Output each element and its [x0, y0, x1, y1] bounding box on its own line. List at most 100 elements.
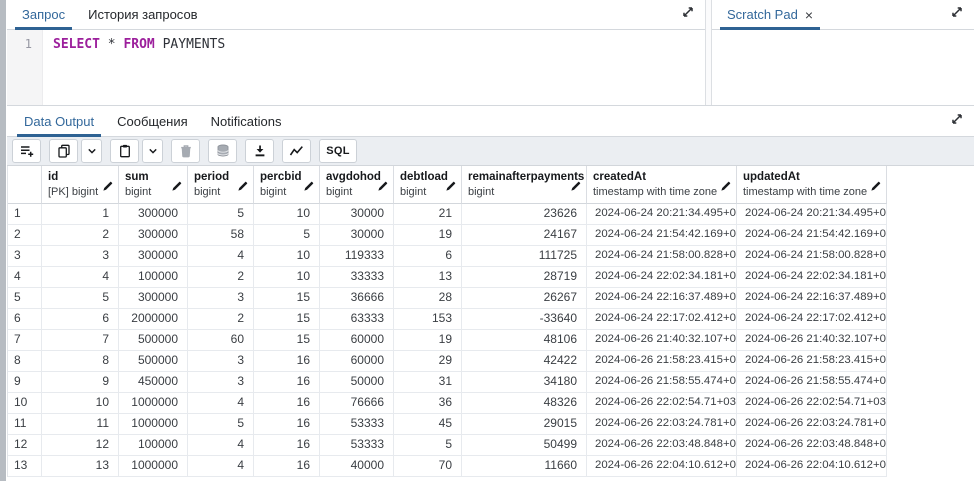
- row-number-cell[interactable]: 11: [8, 414, 42, 435]
- panel-splitter[interactable]: [0, 0, 7, 481]
- table-cell[interactable]: 3: [188, 372, 254, 393]
- row-number-cell[interactable]: 5: [8, 288, 42, 309]
- row-number-cell[interactable]: 6: [8, 309, 42, 330]
- table-cell[interactable]: 2024-06-24 22:02:34.181+03: [737, 267, 887, 288]
- copy-options-button[interactable]: [81, 139, 102, 163]
- table-cell[interactable]: 153: [394, 309, 462, 330]
- tab-query[interactable]: Запрос: [15, 0, 72, 29]
- download-button[interactable]: [245, 139, 274, 163]
- column-header-id[interactable]: id[PK] bigint: [42, 166, 119, 204]
- table-cell[interactable]: 500000: [119, 351, 188, 372]
- table-cell[interactable]: 16: [254, 351, 320, 372]
- table-cell[interactable]: 45: [394, 414, 462, 435]
- table-cell[interactable]: 2024-06-24 22:17:02.412+03: [587, 309, 737, 330]
- table-cell[interactable]: 31: [394, 372, 462, 393]
- table-cell[interactable]: 26267: [462, 288, 587, 309]
- table-cell[interactable]: 111725: [462, 246, 587, 267]
- table-cell[interactable]: 28719: [462, 267, 587, 288]
- edit-pencil-icon[interactable]: [445, 179, 457, 197]
- table-cell[interactable]: 100000: [119, 435, 188, 456]
- table-cell[interactable]: 16: [254, 414, 320, 435]
- table-cell[interactable]: 5: [188, 414, 254, 435]
- table-cell[interactable]: 2024-06-24 20:21:34.495+03: [737, 204, 887, 225]
- table-cell[interactable]: 23626: [462, 204, 587, 225]
- table-cell[interactable]: 53333: [320, 414, 394, 435]
- tab-query-history[interactable]: История запросов: [81, 0, 205, 29]
- column-header-debtload[interactable]: debtloadbigint: [394, 166, 462, 204]
- table-cell[interactable]: 500000: [119, 330, 188, 351]
- table-cell[interactable]: 13: [42, 456, 119, 477]
- table-cell[interactable]: 19: [394, 330, 462, 351]
- tab-notifications[interactable]: Notifications: [204, 107, 289, 136]
- table-cell[interactable]: 58: [188, 225, 254, 246]
- table-cell[interactable]: 12: [42, 435, 119, 456]
- table-cell[interactable]: 6: [394, 246, 462, 267]
- table-cell[interactable]: 2: [42, 225, 119, 246]
- scratch-pad-editor[interactable]: [712, 30, 974, 105]
- table-cell[interactable]: 1000000: [119, 456, 188, 477]
- table-cell[interactable]: 36: [394, 393, 462, 414]
- tab-messages[interactable]: Сообщения: [110, 107, 195, 136]
- table-cell[interactable]: 8: [42, 351, 119, 372]
- row-number-cell[interactable]: 2: [8, 225, 42, 246]
- table-cell[interactable]: 300000: [119, 204, 188, 225]
- expand-panel-button[interactable]: [944, 0, 970, 29]
- table-cell[interactable]: 2024-06-26 21:58:55.474+03: [737, 372, 887, 393]
- table-cell[interactable]: 2024-06-24 22:02:34.181+03: [587, 267, 737, 288]
- table-cell[interactable]: 2024-06-26 22:04:10.612+03: [587, 456, 737, 477]
- table-cell[interactable]: 30000: [320, 204, 394, 225]
- paste-options-button[interactable]: [142, 139, 163, 163]
- table-cell[interactable]: 2024-06-24 21:58:00.828+03: [737, 246, 887, 267]
- row-number-cell[interactable]: 10: [8, 393, 42, 414]
- table-cell[interactable]: 7: [42, 330, 119, 351]
- table-cell[interactable]: 29015: [462, 414, 587, 435]
- table-cell[interactable]: 10: [254, 267, 320, 288]
- row-number-cell[interactable]: 3: [8, 246, 42, 267]
- table-cell[interactable]: -33640: [462, 309, 587, 330]
- edit-pencil-icon[interactable]: [377, 179, 389, 197]
- table-cell[interactable]: 29: [394, 351, 462, 372]
- table-cell[interactable]: 2024-06-26 21:58:23.415+03: [737, 351, 887, 372]
- table-cell[interactable]: 2024-06-26 21:40:32.107+03: [587, 330, 737, 351]
- table-cell[interactable]: 1000000: [119, 393, 188, 414]
- table-cell[interactable]: 21: [394, 204, 462, 225]
- table-cell[interactable]: 2: [188, 267, 254, 288]
- table-cell[interactable]: 28: [394, 288, 462, 309]
- tab-scratch-pad[interactable]: Scratch Pad ×: [720, 0, 820, 29]
- table-cell[interactable]: 36666: [320, 288, 394, 309]
- table-cell[interactable]: 3: [188, 288, 254, 309]
- table-cell[interactable]: 16: [254, 435, 320, 456]
- table-cell[interactable]: 2024-06-26 22:02:54.71+03: [737, 393, 887, 414]
- add-row-button[interactable]: [12, 139, 41, 163]
- table-cell[interactable]: 13: [394, 267, 462, 288]
- table-cell[interactable]: 100000: [119, 267, 188, 288]
- table-cell[interactable]: 16: [254, 456, 320, 477]
- table-cell[interactable]: 9: [42, 372, 119, 393]
- table-cell[interactable]: 2024-06-24 21:54:42.169+03: [587, 225, 737, 246]
- sql-button[interactable]: SQL: [319, 139, 357, 163]
- table-cell[interactable]: 2024-06-24 22:16:37.489+03: [587, 288, 737, 309]
- table-cell[interactable]: 5: [254, 225, 320, 246]
- row-number-cell[interactable]: 4: [8, 267, 42, 288]
- table-cell[interactable]: 2024-06-24 22:17:02.412+03: [737, 309, 887, 330]
- table-cell[interactable]: 4: [188, 246, 254, 267]
- row-number-cell[interactable]: 8: [8, 351, 42, 372]
- paste-button[interactable]: [110, 139, 139, 163]
- table-cell[interactable]: 2024-06-24 21:58:00.828+03: [587, 246, 737, 267]
- table-cell[interactable]: 2024-06-26 22:03:48.848+03: [587, 435, 737, 456]
- table-cell[interactable]: 15: [254, 330, 320, 351]
- table-cell[interactable]: 450000: [119, 372, 188, 393]
- edit-pencil-icon[interactable]: [102, 179, 114, 197]
- table-cell[interactable]: 2024-06-26 22:04:10.612+03: [737, 456, 887, 477]
- table-cell[interactable]: 4: [188, 435, 254, 456]
- row-number-cell[interactable]: 1: [8, 204, 42, 225]
- row-number-cell[interactable]: 7: [8, 330, 42, 351]
- edit-pencil-icon[interactable]: [171, 179, 183, 197]
- column-header-remainafterpayments[interactable]: remainafterpaymentsbigint: [462, 166, 587, 204]
- table-cell[interactable]: 19: [394, 225, 462, 246]
- table-cell[interactable]: 300000: [119, 288, 188, 309]
- copy-button[interactable]: [49, 139, 78, 163]
- sql-editor[interactable]: 1 SELECT * FROM PAYMENTS: [7, 30, 705, 105]
- table-cell[interactable]: 5: [188, 204, 254, 225]
- column-header-period[interactable]: periodbigint: [188, 166, 254, 204]
